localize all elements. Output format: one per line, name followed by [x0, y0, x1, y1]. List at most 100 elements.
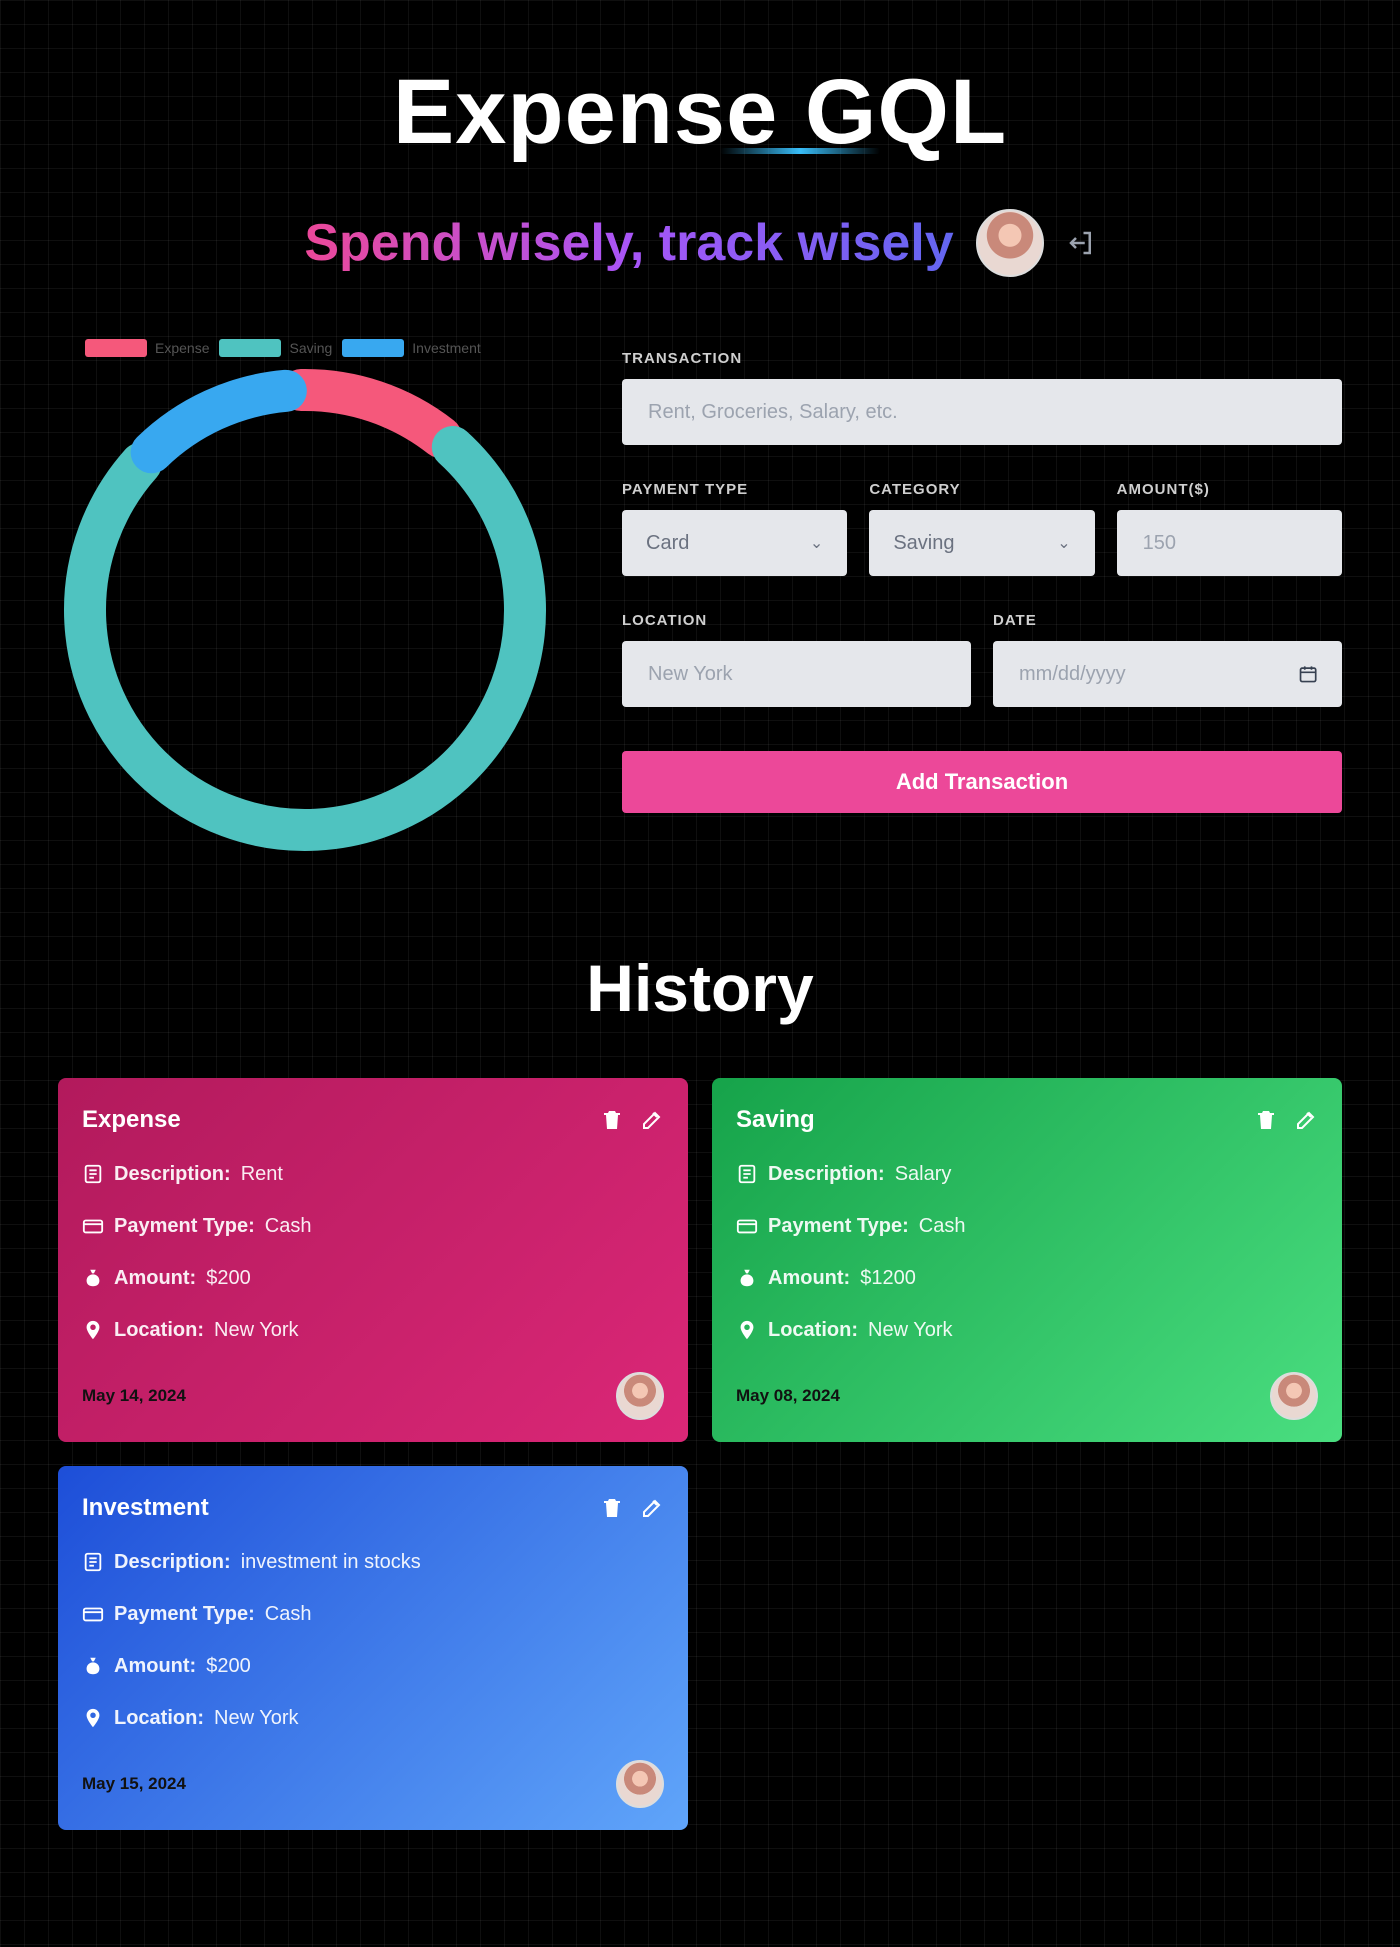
card-description: Description: Rent	[82, 1160, 664, 1188]
amount-field[interactable]	[1116, 510, 1342, 576]
tagline-row: Spend wisely, track wisely	[0, 208, 1400, 278]
transaction-label: Transaction	[622, 350, 743, 367]
description-label: Description:	[114, 1162, 231, 1185]
card-amount: Amount: $1200	[736, 1264, 1318, 1292]
description-value: investment in stocks	[240, 1550, 421, 1573]
amount-label: Amount:	[114, 1266, 197, 1289]
legend-swatch	[219, 339, 282, 357]
date-input[interactable]	[1017, 661, 1298, 687]
location-pin-icon	[740, 1320, 754, 1340]
page: Expense GQL Spend wisely, track wisely E…	[0, 0, 1400, 1947]
legend-label: Saving	[289, 340, 333, 356]
app-title: Expense GQL	[392, 61, 1008, 163]
doughnut-segment-expense[interactable]	[280, 369, 463, 459]
category-value: Saving	[893, 531, 955, 554]
title-underline	[720, 148, 880, 154]
transaction-card-investment: Investment Description: investment in st…	[58, 1466, 688, 1830]
amount-value: $1200	[860, 1266, 916, 1289]
payment-type-value: Cash	[264, 1214, 312, 1237]
payment-icon	[736, 1219, 758, 1234]
date-field[interactable]	[993, 641, 1342, 707]
description-icon	[738, 1164, 756, 1184]
avatar	[616, 1372, 664, 1420]
chevron-down-icon: ⌄	[809, 535, 824, 552]
transaction-card-expense: Expense Description: Rent Payment Type: …	[58, 1078, 688, 1442]
location-value: New York	[214, 1318, 299, 1341]
avatar	[616, 1760, 664, 1808]
category-label: Category	[869, 481, 961, 498]
payment-type-select[interactable]: Card ⌄	[622, 510, 848, 576]
transaction-field[interactable]	[622, 379, 1342, 445]
transaction-form: Transaction Payment Type Card ⌄ Category…	[622, 350, 1342, 813]
location-field[interactable]	[622, 641, 971, 707]
transaction-card-saving: Saving Description: Salary Payment Type:…	[712, 1078, 1342, 1442]
location-label: Location:	[114, 1318, 204, 1341]
amount-input[interactable]	[1140, 530, 1318, 556]
amount-value: $200	[206, 1266, 251, 1289]
legend-item-investment[interactable]: Investment	[342, 339, 481, 357]
card-date: May 08, 2024	[736, 1386, 840, 1405]
amount-label: Amount:	[114, 1654, 197, 1677]
payment-icon	[82, 1219, 104, 1234]
card-payment-type: Payment Type: Cash	[736, 1212, 1318, 1240]
location-value: New York	[868, 1318, 953, 1341]
edit-icon[interactable]	[1294, 1108, 1318, 1132]
payment-type-label: Payment Type:	[114, 1602, 255, 1625]
category-select[interactable]: Saving ⌄	[869, 510, 1095, 576]
card-date: May 14, 2024	[82, 1386, 186, 1405]
location-label: Location:	[768, 1318, 858, 1341]
avatar	[1270, 1372, 1318, 1420]
description-icon	[84, 1164, 102, 1184]
user-avatar[interactable]	[975, 209, 1044, 277]
amount-value: $200	[206, 1654, 251, 1677]
transaction-input[interactable]	[646, 399, 1318, 425]
description-value: Salary	[894, 1162, 952, 1185]
payment-type-label: Payment Type	[622, 481, 749, 498]
card-payment-type: Payment Type: Cash	[82, 1212, 664, 1240]
legend-label: Expense	[155, 340, 210, 356]
description-value: Rent	[240, 1162, 283, 1185]
card-date: May 15, 2024	[82, 1774, 186, 1793]
edit-icon[interactable]	[640, 1108, 664, 1132]
payment-icon	[82, 1607, 104, 1622]
legend-swatch	[342, 339, 405, 357]
edit-icon[interactable]	[640, 1496, 664, 1520]
description-label: Description:	[114, 1550, 231, 1573]
chevron-down-icon: ⌄	[1057, 535, 1071, 552]
doughnut-segment-saving[interactable]	[64, 426, 546, 851]
date-label: Date	[993, 612, 1037, 629]
card-location: Location: New York	[82, 1316, 664, 1344]
calendar-icon[interactable]	[1298, 663, 1318, 685]
card-category: Expense	[82, 1106, 181, 1133]
card-amount: Amount: $200	[82, 1264, 664, 1292]
trash-icon[interactable]	[600, 1108, 624, 1132]
doughnut-chart	[64, 369, 546, 851]
card-amount: Amount: $200	[82, 1652, 664, 1680]
legend-item-expense[interactable]: Expense	[85, 339, 209, 357]
payment-type-value: Card	[646, 531, 690, 554]
legend-swatch	[85, 339, 147, 357]
trash-icon[interactable]	[1254, 1108, 1278, 1132]
money-bag-icon	[86, 1269, 100, 1287]
legend-label: Investment	[412, 340, 481, 356]
amount-label: Amount($)	[1116, 481, 1210, 498]
location-input[interactable]	[646, 661, 947, 687]
card-location: Location: New York	[82, 1704, 664, 1732]
location-label: Location	[622, 612, 708, 629]
tagline: Spend wisely, track wisely	[304, 214, 954, 272]
card-category: Investment	[82, 1494, 209, 1521]
card-category: Saving	[736, 1106, 815, 1133]
add-transaction-button[interactable]: Add Transaction	[622, 751, 1342, 813]
payment-type-value: Cash	[264, 1602, 312, 1625]
doughnut-segment-investment[interactable]	[130, 369, 307, 474]
payment-type-label: Payment Type:	[114, 1214, 255, 1237]
location-value: New York	[214, 1706, 299, 1729]
location-pin-icon	[86, 1320, 100, 1340]
payment-type-label: Payment Type:	[768, 1214, 909, 1237]
trash-icon[interactable]	[600, 1496, 624, 1520]
money-bag-icon	[740, 1269, 754, 1287]
logout-icon[interactable]	[1066, 228, 1096, 258]
card-description: Description: Salary	[736, 1160, 1318, 1188]
legend-item-saving[interactable]: Saving	[219, 339, 332, 357]
payment-type-value: Cash	[918, 1214, 966, 1237]
